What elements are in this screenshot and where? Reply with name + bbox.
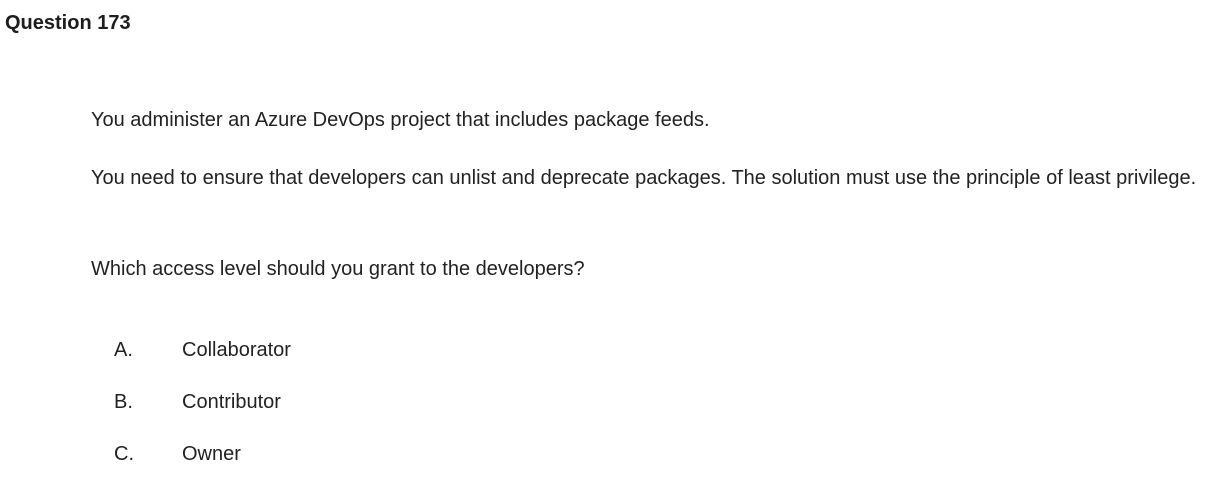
- question-paragraph-scenario: You administer an Azure DevOps project t…: [91, 109, 710, 131]
- answer-option-b[interactable]: B. Contributor: [114, 386, 514, 418]
- question-paragraph-requirement: You need to ensure that developers can u…: [91, 167, 1197, 189]
- option-letter: C.: [114, 443, 134, 465]
- option-letter: B.: [114, 391, 133, 413]
- question-paragraph-prompt: Which access level should you grant to t…: [91, 258, 585, 280]
- option-text: Contributor: [182, 391, 281, 413]
- answer-option-a[interactable]: A. Collaborator: [114, 334, 514, 366]
- answer-option-c[interactable]: C. Owner: [114, 438, 514, 470]
- option-text: Owner: [182, 443, 241, 465]
- question-title: Question 173: [5, 12, 131, 34]
- option-letter: A.: [114, 339, 133, 361]
- option-text: Collaborator: [182, 339, 291, 361]
